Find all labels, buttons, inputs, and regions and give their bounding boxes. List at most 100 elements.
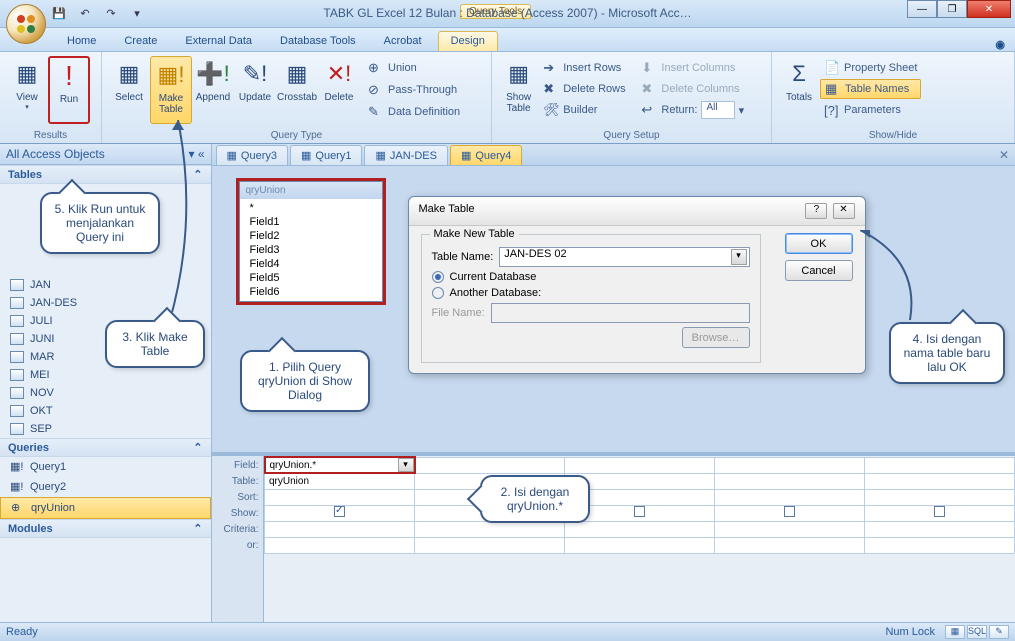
- field-item[interactable]: Field5: [244, 271, 378, 285]
- collapse-icon[interactable]: ⌃: [193, 168, 202, 181]
- another-db-radio[interactable]: [432, 287, 444, 299]
- help-icon[interactable]: ◉: [995, 38, 1005, 51]
- parameters-icon: [?]: [824, 103, 840, 118]
- nav-queries-header[interactable]: Queries ⌃: [0, 438, 211, 457]
- collapse-nav-icon[interactable]: ▾ «: [188, 147, 204, 161]
- field-item[interactable]: Field2: [244, 229, 378, 243]
- crosstab-button[interactable]: ▦ Crosstab: [276, 56, 318, 124]
- nav-table-item[interactable]: MEI: [0, 366, 211, 384]
- card-field-list[interactable]: *Field1Field2Field3Field4Field5Field6: [240, 199, 382, 301]
- field-item[interactable]: Field3: [244, 243, 378, 257]
- append-button[interactable]: ➕! Append: [192, 56, 234, 124]
- or-cell[interactable]: [265, 537, 415, 553]
- view-button[interactable]: ▦ View▾: [6, 56, 48, 124]
- nav-table-item[interactable]: JAN-DES: [0, 294, 211, 312]
- close-button[interactable]: ✕: [967, 0, 1011, 18]
- field-item[interactable]: *: [244, 201, 378, 215]
- union-button[interactable]: ⊕Union: [364, 58, 464, 78]
- current-db-radio[interactable]: [432, 271, 444, 283]
- pass-through-button[interactable]: ⊘Pass-Through: [364, 80, 464, 100]
- insert-cols-button[interactable]: ⬇Insert Columns: [637, 58, 765, 78]
- delete-rows-button[interactable]: ✖Delete Rows: [539, 79, 637, 99]
- select-button[interactable]: ▦ Select: [108, 56, 150, 124]
- crosstab-icon: ▦: [281, 58, 313, 90]
- dialog-close-icon[interactable]: ✕: [833, 203, 855, 219]
- nav-query-item[interactable]: ▦!Query2: [0, 477, 211, 497]
- office-button[interactable]: [6, 4, 46, 44]
- nav-query-item[interactable]: ▦!Query1: [0, 457, 211, 477]
- table-name-input[interactable]: JAN-DES 02 ▾: [499, 247, 749, 267]
- close-tab-icon[interactable]: ✕: [999, 148, 1009, 162]
- field-cell[interactable]: qryUnion.* ▾: [265, 457, 415, 473]
- nav-table-item[interactable]: NOV: [0, 384, 211, 402]
- dialog-help-icon[interactable]: ?: [805, 203, 827, 219]
- show-checkbox[interactable]: [634, 506, 645, 517]
- show-checkbox[interactable]: [334, 506, 345, 517]
- field-item[interactable]: Field1: [244, 215, 378, 229]
- tab-database-tools[interactable]: Database Tools: [268, 32, 368, 51]
- field-item[interactable]: Field4: [244, 257, 378, 271]
- make-table-button[interactable]: ▦! Make Table: [150, 56, 192, 124]
- run-button[interactable]: ! Run: [48, 56, 90, 124]
- document-tabs: ▦Query3 ▦Query1 ▦JAN-DES ▦Query4 ✕: [212, 144, 1015, 166]
- dropdown-icon[interactable]: ▾: [731, 249, 747, 265]
- callout-5: 5. Klik Run untuk menjalankan Query ini: [40, 192, 160, 254]
- doc-tab-query3[interactable]: ▦Query3: [216, 145, 288, 165]
- table-names-button[interactable]: ▦Table Names: [820, 79, 921, 99]
- delete-cols-button[interactable]: ✖Delete Columns: [637, 79, 765, 99]
- datasheet-view-icon[interactable]: ▦: [945, 625, 965, 639]
- grid-row-labels: Field: Table: Sort: Show: Criteria: or:: [212, 456, 264, 622]
- grid-columns[interactable]: qryUnion.* ▾ qryUnion: [264, 456, 1015, 622]
- doc-tab-jan-des[interactable]: ▦JAN-DES: [364, 145, 447, 165]
- source-table-card[interactable]: qryUnion *Field1Field2Field3Field4Field5…: [236, 178, 386, 305]
- design-view-icon[interactable]: ✎: [989, 625, 1009, 639]
- query-design-grid[interactable]: Field: Table: Sort: Show: Criteria: or: …: [212, 456, 1015, 622]
- nav-tables-header[interactable]: Tables ⌃: [0, 165, 211, 184]
- nav-table-item[interactable]: SEP: [0, 420, 211, 438]
- property-sheet-button[interactable]: 📄Property Sheet: [820, 58, 921, 78]
- group-query-type: ▦ Select ▦! Make Table ➕! Append ✎! Upda…: [102, 52, 492, 143]
- tab-external-data[interactable]: External Data: [173, 32, 264, 51]
- return-select[interactable]: ↩ Return: All▾: [637, 100, 765, 120]
- file-name-label: File Name:: [432, 307, 485, 319]
- tab-acrobat[interactable]: Acrobat: [372, 32, 434, 51]
- minimize-button[interactable]: —: [907, 0, 937, 18]
- maximize-button[interactable]: ❐: [937, 0, 967, 18]
- update-icon: ✎!: [239, 58, 271, 90]
- doc-tab-query1[interactable]: ▦Query1: [290, 145, 362, 165]
- append-icon: ➕!: [197, 58, 229, 90]
- dialog-titlebar[interactable]: Make Table ? ✕: [409, 197, 865, 226]
- collapse-icon[interactable]: ⌃: [193, 522, 202, 535]
- criteria-cell[interactable]: [265, 521, 415, 537]
- nav-table-item[interactable]: OKT: [0, 402, 211, 420]
- show-table-button[interactable]: ▦ Show Table: [498, 56, 539, 124]
- doc-tab-query4[interactable]: ▦Query4: [450, 145, 522, 165]
- tab-design[interactable]: Design: [438, 31, 498, 51]
- show-checkbox[interactable]: [784, 506, 795, 517]
- ok-button[interactable]: OK: [785, 233, 853, 254]
- builder-button[interactable]: 🛠Builder: [539, 100, 637, 120]
- table-name-label: Table Name:: [432, 251, 494, 263]
- tab-home[interactable]: Home: [55, 32, 108, 51]
- update-button[interactable]: ✎! Update: [234, 56, 276, 124]
- show-checkbox[interactable]: [934, 506, 945, 517]
- insert-rows-button[interactable]: ➔Insert Rows: [539, 58, 637, 78]
- sort-cell[interactable]: [265, 489, 415, 505]
- table-cell[interactable]: qryUnion: [265, 473, 415, 489]
- nav-modules-header[interactable]: Modules ⌃: [0, 519, 211, 538]
- tab-create[interactable]: Create: [112, 32, 169, 51]
- dropdown-icon[interactable]: ▾: [398, 458, 414, 472]
- nav-table-item[interactable]: JAN: [0, 276, 211, 294]
- cancel-button[interactable]: Cancel: [785, 260, 853, 281]
- sql-view-icon[interactable]: SQL: [967, 625, 987, 639]
- totals-button[interactable]: Σ Totals: [778, 56, 820, 124]
- nav-query-item[interactable]: ⊕qryUnion: [0, 497, 211, 519]
- field-item[interactable]: Field6: [244, 285, 378, 299]
- parameters-button[interactable]: [?]Parameters: [820, 100, 921, 120]
- collapse-icon[interactable]: ⌃: [193, 441, 202, 454]
- window-controls: — ❐ ✕: [907, 0, 1011, 18]
- delete-button[interactable]: ✕! Delete: [318, 56, 360, 124]
- query-design-upper[interactable]: qryUnion *Field1Field2Field3Field4Field5…: [212, 166, 1015, 456]
- data-definition-button[interactable]: ✎Data Definition: [364, 102, 464, 122]
- nav-header[interactable]: All Access Objects ▾ «: [0, 144, 211, 165]
